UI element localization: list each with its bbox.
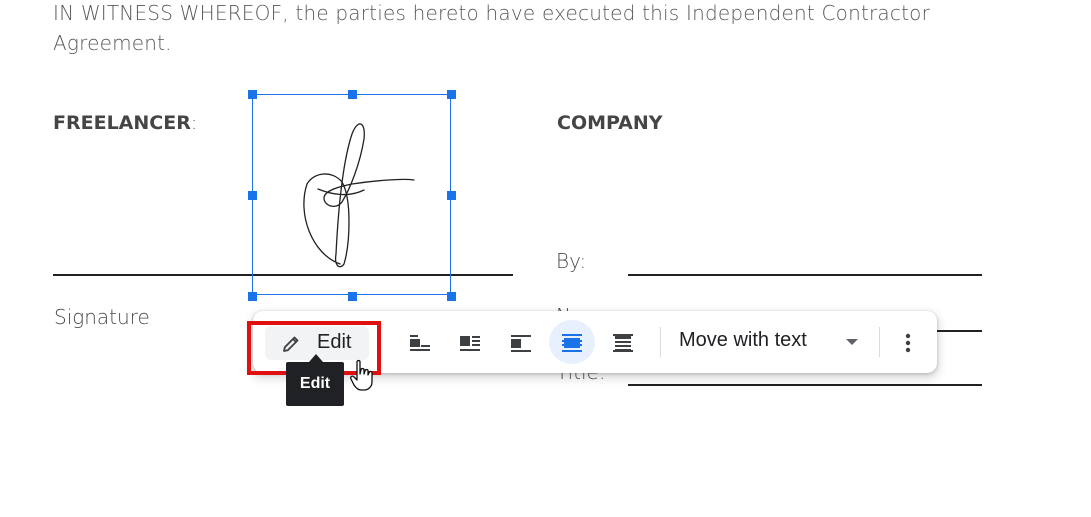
freelancer-colon: :: [190, 112, 198, 134]
by-label: By:: [556, 249, 587, 273]
resize-handle-bl[interactable]: [248, 292, 257, 301]
handwritten-signature: [303, 123, 415, 268]
witness-paragraph: IN WITNESS WHEREOF, the parties hereto h…: [53, 1, 930, 55]
behind-text-icon[interactable]: [611, 331, 635, 355]
by-line: [628, 274, 982, 276]
resize-handle-br[interactable]: [447, 292, 456, 301]
in-front-of-text-icon[interactable]: [560, 331, 584, 355]
wrap-inline-icon[interactable]: [408, 331, 432, 355]
dropdown-caret-icon: [846, 339, 858, 345]
resize-handle-tr[interactable]: [447, 90, 456, 99]
resize-handle-ml[interactable]: [248, 191, 257, 200]
company-heading: COMPANY: [557, 112, 663, 134]
toolbar-divider: [660, 327, 661, 357]
edit-tooltip: Edit: [286, 362, 344, 406]
break-text-icon[interactable]: [509, 331, 533, 355]
resize-handle-bc[interactable]: [348, 292, 357, 301]
more-vert-icon[interactable]: [898, 330, 918, 356]
freelancer-heading: FREELANCER:: [53, 112, 197, 134]
wrap-text-icon[interactable]: [458, 331, 482, 355]
freelancer-label: FREELANCER: [53, 112, 191, 134]
title-line: [628, 384, 982, 386]
resize-handle-tc[interactable]: [348, 90, 357, 99]
signature-image[interactable]: [248, 90, 456, 301]
resize-handle-mr[interactable]: [447, 191, 456, 200]
signature-caption: Signature: [54, 305, 150, 329]
hand-pointer-icon: [350, 359, 373, 391]
tooltip-arrow: [309, 354, 323, 362]
position-dropdown-value: Move with text: [679, 329, 807, 351]
toolbar-divider: [879, 327, 880, 357]
resize-handle-tl[interactable]: [248, 90, 257, 99]
